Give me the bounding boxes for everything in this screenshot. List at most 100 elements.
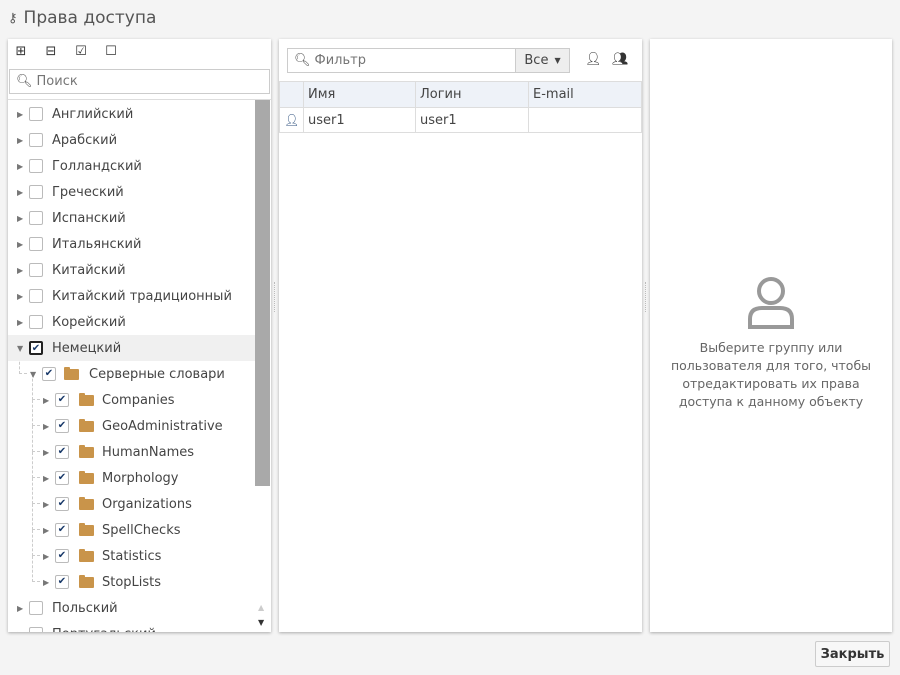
caret-right-icon[interactable]: ▶ [43,552,49,561]
checkbox[interactable]: ✔ [55,549,69,563]
users-panel: 🔍︎ Все ▼ 👤︎ 👥︎ Имя Логин E-mail 👤︎ user1… [279,39,642,632]
caret-right-icon[interactable]: ▶ [17,162,23,171]
folder-icon [79,548,94,562]
checkbox[interactable] [29,159,43,173]
caret-right-icon[interactable]: ▶ [17,604,23,613]
checkbox[interactable]: ✔ [55,393,69,407]
caret-right-icon[interactable]: ▶ [17,266,23,275]
tree-item[interactable]: ▶Португальский [8,621,255,632]
checkbox[interactable]: ✔ [55,523,69,537]
checkbox[interactable]: ✔ [55,575,69,589]
tree-item[interactable]: ▶ Испанский [8,205,255,231]
tree-item[interactable]: ▶ Греческий [8,179,255,205]
tree-item[interactable]: ▶ ✔ Companies [8,374,255,413]
folder-icon [64,366,79,380]
folder-icon [79,522,94,536]
tree-item[interactable]: ▼ ✔ Серверные словари [8,348,255,387]
checkbox[interactable] [29,315,43,329]
users-table: Имя Логин E-mail 👤︎ user1 user1 [279,81,642,133]
folder-icon [79,574,94,588]
checkbox[interactable]: ✔ [55,497,69,511]
column-login[interactable]: Логин [415,81,529,108]
folder-icon [79,496,94,510]
checkbox[interactable]: ✔ [42,367,56,381]
scroll-down-icon[interactable]: ▼ [258,618,264,627]
scrollbar-thumb[interactable] [255,100,270,486]
caret-right-icon[interactable]: ▶ [17,214,23,223]
tree-item[interactable]: ▶ Голландский [8,153,255,179]
filter-input[interactable] [314,53,505,68]
caret-right-icon[interactable]: ▶ [17,188,23,197]
caret-right-icon[interactable]: ▶ [43,474,49,483]
tree-item[interactable]: ▼ ✔ Немецкий [8,335,255,361]
tree-item[interactable]: ▶ ✔ HumanNames [8,426,255,465]
uncheck-all-icon[interactable]: ☐ [104,44,118,59]
caret-right-icon[interactable]: ▶ [43,526,49,535]
splitter[interactable] [645,282,647,312]
checkbox[interactable]: ✔ [55,471,69,485]
caret-right-icon[interactable]: ▶ [43,422,49,431]
tree-search[interactable]: 🔍︎ [9,69,270,94]
caret-right-icon[interactable]: ▶ [43,448,49,457]
dialog-title: ⚷ Права доступа [8,8,157,28]
caret-right-icon[interactable]: ▶ [17,110,23,119]
tree-item[interactable]: ▶ Итальянский [8,231,255,257]
empty-message: Выберите группу или пользователя для тог… [670,340,872,409]
tree-toolbar: ⊞ ⊟ ☑ ☐ [14,44,118,59]
caret-right-icon[interactable]: ▶ [17,630,23,633]
checkbox[interactable] [29,107,43,121]
tree-item[interactable]: ▶ ✔ Morphology [8,452,255,491]
scroll-up-icon[interactable]: ▲ [258,603,264,612]
checkbox[interactable] [29,263,43,277]
checkbox[interactable] [29,601,43,615]
user-icon[interactable]: 👤︎ [585,52,602,67]
checkbox[interactable] [29,627,43,632]
column-email[interactable]: E-mail [528,81,642,108]
language-tree: ▶Португальский▶Польский▶✔StopLists▶✔Stat… [8,99,271,632]
caret-right-icon[interactable]: ▶ [17,318,23,327]
close-button[interactable]: Закрыть [815,641,890,667]
folder-icon [79,418,94,432]
tree-item[interactable]: ▶ ✔ Statistics [8,530,255,569]
checkbox[interactable]: ✔ [29,341,43,355]
splitter[interactable] [274,282,276,312]
users-icon[interactable]: 👥︎ [612,52,629,67]
tree-item[interactable]: ▶ ✔ Organizations [8,478,255,517]
filter-field[interactable]: 🔍︎ [287,48,516,73]
search-input[interactable] [36,74,257,89]
checkbox[interactable] [29,289,43,303]
tree-item[interactable]: ▶ Английский [8,101,255,127]
tree-item[interactable]: ▶ ✔ GeoAdministrative [8,400,255,439]
caret-right-icon[interactable]: ▶ [43,500,49,509]
caret-down-icon[interactable]: ▼ [17,344,23,353]
column-name[interactable]: Имя [303,81,416,108]
tree-item[interactable]: ▶ Китайский традиционный [8,283,255,309]
tree-item[interactable]: ▶ Арабский [8,127,255,153]
scrollbar[interactable]: ▲ ▼ [255,100,270,632]
expand-all-icon[interactable]: ⊞ [14,44,28,59]
tree-item[interactable]: ▶ Китайский [8,257,255,283]
caret-right-icon[interactable]: ▶ [17,240,23,249]
tree-item[interactable]: ▶ Корейский [8,309,255,335]
tree-item[interactable]: ▶ ✔ SpellChecks [8,504,255,543]
checkbox[interactable] [29,133,43,147]
tree-item[interactable]: ▶ ✔ StopLists [8,556,255,595]
check-all-icon[interactable]: ☑ [74,44,88,59]
caret-down-icon: ▼ [554,56,561,65]
caret-right-icon[interactable]: ▶ [17,136,23,145]
checkbox[interactable] [29,211,43,225]
caret-down-icon[interactable]: ▼ [30,370,36,379]
checkbox[interactable]: ✔ [55,419,69,433]
caret-right-icon[interactable]: ▶ [17,292,23,301]
checkbox[interactable] [29,237,43,251]
table-row[interactable]: 👤︎ user1 user1 [279,107,642,133]
checkbox[interactable]: ✔ [55,445,69,459]
caret-right-icon[interactable]: ▶ [43,396,49,405]
collapse-all-icon[interactable]: ⊟ [44,44,58,59]
type-select[interactable]: Все ▼ [515,48,570,73]
search-icon: 🔍︎ [294,53,311,68]
tree-item[interactable]: ▶ Польский [8,595,255,621]
checkbox[interactable] [29,185,43,199]
caret-right-icon[interactable]: ▶ [43,578,49,587]
permissions-panel: Выберите группу или пользователя для тог… [650,39,892,632]
